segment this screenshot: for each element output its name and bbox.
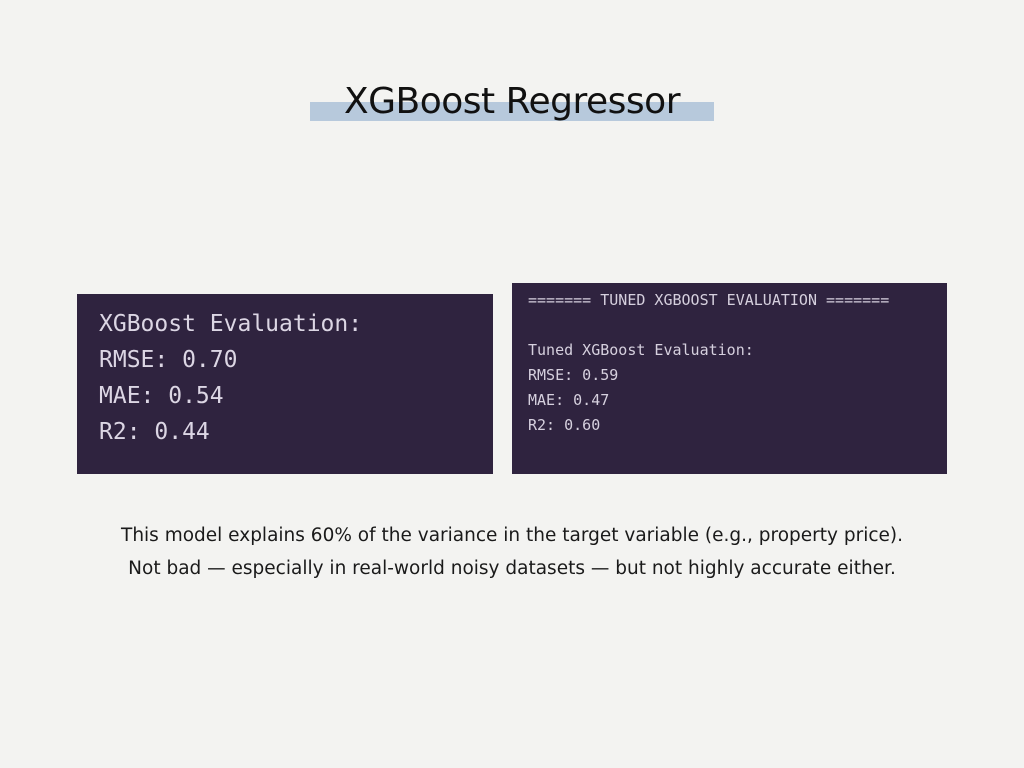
output-line: XGBoost Evaluation: xyxy=(99,311,363,337)
output-line: MAE: 0.54 xyxy=(99,383,224,409)
output-line: Tuned XGBoost Evaluation: xyxy=(528,341,754,359)
output-line: MAE: 0.47 xyxy=(528,391,610,409)
baseline-evaluation-output: XGBoost Evaluation: RMSE: 0.70 MAE: 0.54… xyxy=(77,294,493,474)
caption-line: Not bad — especially in real-world noisy… xyxy=(128,558,896,579)
output-line: R2: 0.44 xyxy=(99,419,210,445)
tuned-evaluation-output: ======= TUNED XGBOOST EVALUATION =======… xyxy=(512,283,947,474)
output-line: RMSE: 0.70 xyxy=(99,347,238,373)
slide-header: XGBoost Regressor xyxy=(0,76,1024,136)
slide-title: XGBoost Regressor xyxy=(343,81,681,122)
output-line: RMSE: 0.59 xyxy=(528,366,619,384)
slide-caption: This model explains 60% of the variance … xyxy=(0,519,1024,585)
caption-line: This model explains 60% of the variance … xyxy=(121,525,903,546)
output-line: R2: 0.60 xyxy=(528,416,601,434)
output-line: ======= TUNED XGBOOST EVALUATION ======= xyxy=(528,291,890,309)
